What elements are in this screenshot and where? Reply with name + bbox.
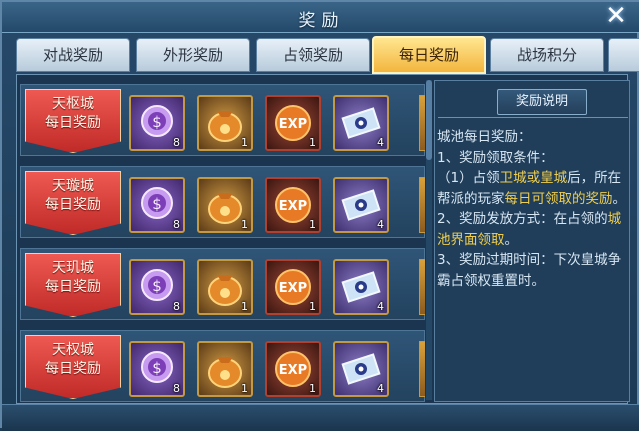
- banner-subtitle: 每日奖励: [45, 361, 101, 377]
- highlight-text: 每日可领取的奖励: [504, 190, 613, 207]
- svg-text:$: $: [152, 277, 162, 295]
- city-banner: 天玑城 每日奖励: [25, 253, 121, 317]
- gold-bag-icon[interactable]: 1: [197, 177, 253, 233]
- info-heading: 奖励说明: [497, 89, 587, 115]
- tab-appearance-reward[interactable]: 外形奖励: [136, 38, 250, 72]
- gold-bag-icon[interactable]: 1: [197, 259, 253, 315]
- item-count: 8: [173, 136, 180, 149]
- next-item-partial: [419, 177, 425, 233]
- item-count: 1: [309, 300, 316, 313]
- text: 2、奖励发放方式：在占领的: [437, 211, 608, 227]
- tab-overflow[interactable]: [608, 38, 639, 72]
- reward-row: 天权城 每日奖励 $ 8 1 EXP 1 4: [20, 330, 425, 402]
- item-count: 1: [309, 218, 316, 231]
- next-item-partial: [419, 259, 425, 315]
- item-count: 4: [377, 136, 384, 149]
- reward-row: 天璇城 每日奖励 $ 8 1 EXP 1 4: [20, 166, 425, 238]
- list-scroll-thumb[interactable]: [426, 80, 432, 160]
- exp-label: EXP: [279, 363, 307, 378]
- info-p4: 2、奖励发放方式：在占领的城池界面领取。: [437, 209, 627, 250]
- reward-window: 奖励 ✕ 对战奖励 外形奖励 占领奖励 每日奖励 战场积分 天枢城 每日奖励 $…: [0, 0, 639, 431]
- next-item-partial: [419, 95, 425, 151]
- tab-battlefield-points[interactable]: 战场积分: [490, 38, 604, 72]
- city-name: 天权城: [52, 342, 94, 358]
- item-count: 8: [173, 382, 180, 395]
- gold-bag-icon[interactable]: 1: [197, 341, 253, 397]
- info-p2: 1、奖励领取条件：: [437, 149, 554, 166]
- bottom-frame: [2, 404, 639, 431]
- scroll-icon[interactable]: 4: [333, 95, 389, 151]
- text: 。: [612, 190, 627, 207]
- item-count: 8: [173, 218, 180, 231]
- text: 。: [504, 231, 519, 248]
- exp-orb-icon[interactable]: EXP 1: [265, 95, 321, 151]
- daily-reward-list[interactable]: 天枢城 每日奖励 $ 8 1 EXP 1 4 天璇城 每日奖励 $ 8 1 EX…: [20, 80, 425, 406]
- item-count: 4: [377, 300, 384, 313]
- item-count: 1: [309, 136, 316, 149]
- svg-text:$: $: [152, 195, 162, 213]
- exp-label: EXP: [279, 199, 307, 214]
- svg-text:$: $: [152, 359, 162, 377]
- purple-orb-icon[interactable]: $ 8: [129, 177, 185, 233]
- scroll-icon[interactable]: 4: [333, 341, 389, 397]
- window-title: 奖励: [298, 11, 345, 31]
- purple-orb-icon[interactable]: $ 8: [129, 95, 185, 151]
- tab-bar: 对战奖励 外形奖励 占领奖励 每日奖励 战场积分: [16, 36, 639, 74]
- exp-orb-icon[interactable]: EXP 1: [265, 341, 321, 397]
- close-icon[interactable]: ✕: [603, 3, 629, 29]
- info-p5: 3、奖励过期时间：下次皇城争霸占领权重置时。: [437, 252, 622, 289]
- highlight-text: 卫城或皇城: [499, 170, 568, 186]
- tab-daily-reward[interactable]: 每日奖励: [372, 36, 486, 74]
- item-count: 4: [377, 382, 384, 395]
- item-count: 1: [241, 300, 248, 313]
- city-name: 天玑城: [52, 260, 94, 276]
- purple-orb-icon[interactable]: $ 8: [129, 341, 185, 397]
- reward-row: 天枢城 每日奖励 $ 8 1 EXP 1 4: [20, 84, 425, 156]
- gold-bag-icon[interactable]: 1: [197, 95, 253, 151]
- city-name: 天璇城: [52, 178, 94, 194]
- reward-info-panel: 奖励说明 城池每日奖励： 1、奖励领取条件： （1）占领卫城或皇城后，所在帮派的…: [434, 80, 630, 402]
- city-banner: 天枢城 每日奖励: [25, 89, 121, 153]
- text: （1）占领: [437, 170, 500, 186]
- tab-occupation-reward[interactable]: 占领奖励: [256, 38, 370, 72]
- info-text: 城池每日奖励： 1、奖励领取条件： （1）占领卫城或皇城后，所在帮派的玩家每日可…: [437, 127, 627, 291]
- reward-row: 天玑城 每日奖励 $ 8 1 EXP 1 4: [20, 248, 425, 320]
- info-p1: 城池每日奖励：: [437, 129, 532, 145]
- item-count: 1: [241, 218, 248, 231]
- tab-battle-reward[interactable]: 对战奖励: [16, 38, 130, 72]
- banner-subtitle: 每日奖励: [45, 197, 101, 213]
- info-p3: （1）占领卫城或皇城后，所在帮派的玩家每日可领取的奖励。: [437, 168, 627, 209]
- item-count: 1: [241, 382, 248, 395]
- exp-label: EXP: [279, 117, 307, 132]
- exp-orb-icon[interactable]: EXP 1: [265, 259, 321, 315]
- scroll-icon[interactable]: 4: [333, 259, 389, 315]
- item-count: 8: [173, 300, 180, 313]
- banner-subtitle: 每日奖励: [45, 279, 101, 295]
- item-count: 4: [377, 218, 384, 231]
- svg-text:$: $: [152, 113, 162, 131]
- scroll-icon[interactable]: 4: [333, 177, 389, 233]
- item-count: 1: [309, 382, 316, 395]
- city-banner: 天璇城 每日奖励: [25, 171, 121, 235]
- title-bar: 奖励 ✕: [2, 2, 639, 33]
- city-name: 天枢城: [52, 96, 94, 112]
- item-count: 1: [241, 136, 248, 149]
- banner-subtitle: 每日奖励: [45, 115, 101, 131]
- next-item-partial: [419, 341, 425, 397]
- exp-orb-icon[interactable]: EXP 1: [265, 177, 321, 233]
- purple-orb-icon[interactable]: $ 8: [129, 259, 185, 315]
- city-banner: 天权城 每日奖励: [25, 335, 121, 399]
- exp-label: EXP: [279, 281, 307, 296]
